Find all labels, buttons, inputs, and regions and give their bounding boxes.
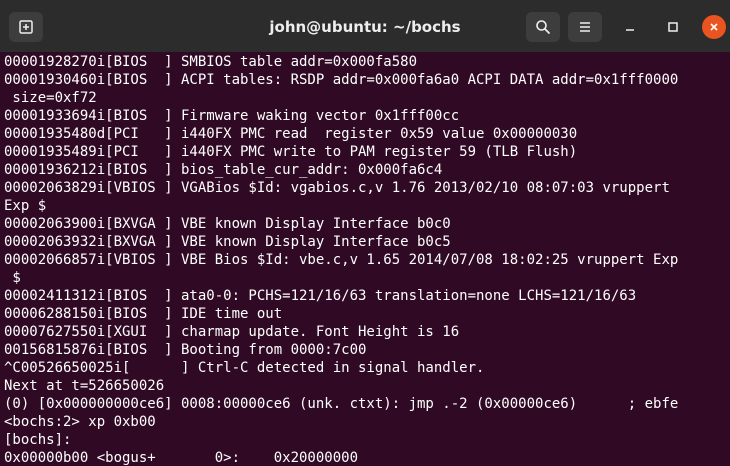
terminal-line: 00002066857i[VBIOS ] VBE Bios $Id: vbe.c… [4, 252, 679, 268]
minimize-icon [626, 29, 634, 31]
hamburger-menu-button[interactable] [568, 12, 602, 42]
hamburger-menu-icon [580, 22, 590, 32]
terminal-line: [bochs]: [4, 432, 72, 448]
terminal-line: 00006288150i[BIOS ] IDE time out [4, 306, 283, 322]
new-tab-icon [19, 20, 33, 34]
search-button[interactable] [526, 12, 560, 42]
terminal-line: <bochs:2> xp 0xb00 [4, 414, 156, 430]
terminal-line: Next at t=526650026 [4, 378, 165, 394]
search-icon [536, 20, 550, 34]
new-tab-button[interactable] [9, 12, 43, 42]
terminal-window: john@ubuntu: ~/bochs 00001928270i[BIOS]… [0, 0, 730, 466]
minimize-button[interactable] [618, 15, 642, 39]
terminal-line: 00156815876i[BIOS ] Booting from 0000:7c… [4, 342, 367, 358]
terminal-line: 00001933694i[BIOS ] Firmware waking vect… [4, 108, 460, 124]
terminal-line: 00002063829i[VBIOS ] VGABios $Id: vgabio… [4, 180, 670, 196]
terminal-line: 00002411312i[BIOS ] ata0-0: PCHS=121/16/… [4, 288, 637, 304]
terminal-line: 00007627550i[XGUI ] charmap update. Font… [4, 324, 460, 340]
terminal-line: 0x00000b00 <bogus+ 0>: 0x20000000 [4, 450, 359, 466]
terminal-line: 00001930460i[BIOS ] ACPI tables: RSDP ad… [4, 72, 679, 88]
terminal-line: Exp $ [4, 198, 47, 214]
terminal-line: 00001936212i[BIOS ] bios_table_cur_addr:… [4, 162, 443, 178]
terminal-line: size=0xf72 [4, 90, 97, 106]
terminal-line: 00002063932i[BXVGA ] VBE known Display I… [4, 234, 451, 250]
close-icon [710, 23, 718, 31]
terminal-line: 00002063900i[BXVGA ] VBE known Display I… [4, 216, 451, 232]
maximize-icon [668, 22, 678, 32]
title-bar[interactable]: john@ubuntu: ~/bochs [0, 0, 730, 52]
terminal-output[interactable]: 00001928270i[BIOS ] SMBIOS table addr=0x… [4, 52, 730, 466]
close-button[interactable] [702, 15, 726, 39]
terminal-line: 00001935480d[PCI ] i440FX PMC read regis… [4, 126, 578, 142]
terminal-line: $ [4, 270, 21, 286]
terminal-line: 00001928270i[BIOS ] SMBIOS table addr=0x… [4, 54, 418, 70]
maximize-button[interactable] [661, 15, 685, 39]
terminal-line: 00001935489i[PCI ] i440FX PMC write to P… [4, 144, 578, 160]
terminal-line: ^C00526650025i[ ] Ctrl-C detected in sig… [4, 360, 485, 376]
terminal-line: (0) [0x000000000ce6] 0008:00000ce6 (unk.… [4, 396, 679, 412]
